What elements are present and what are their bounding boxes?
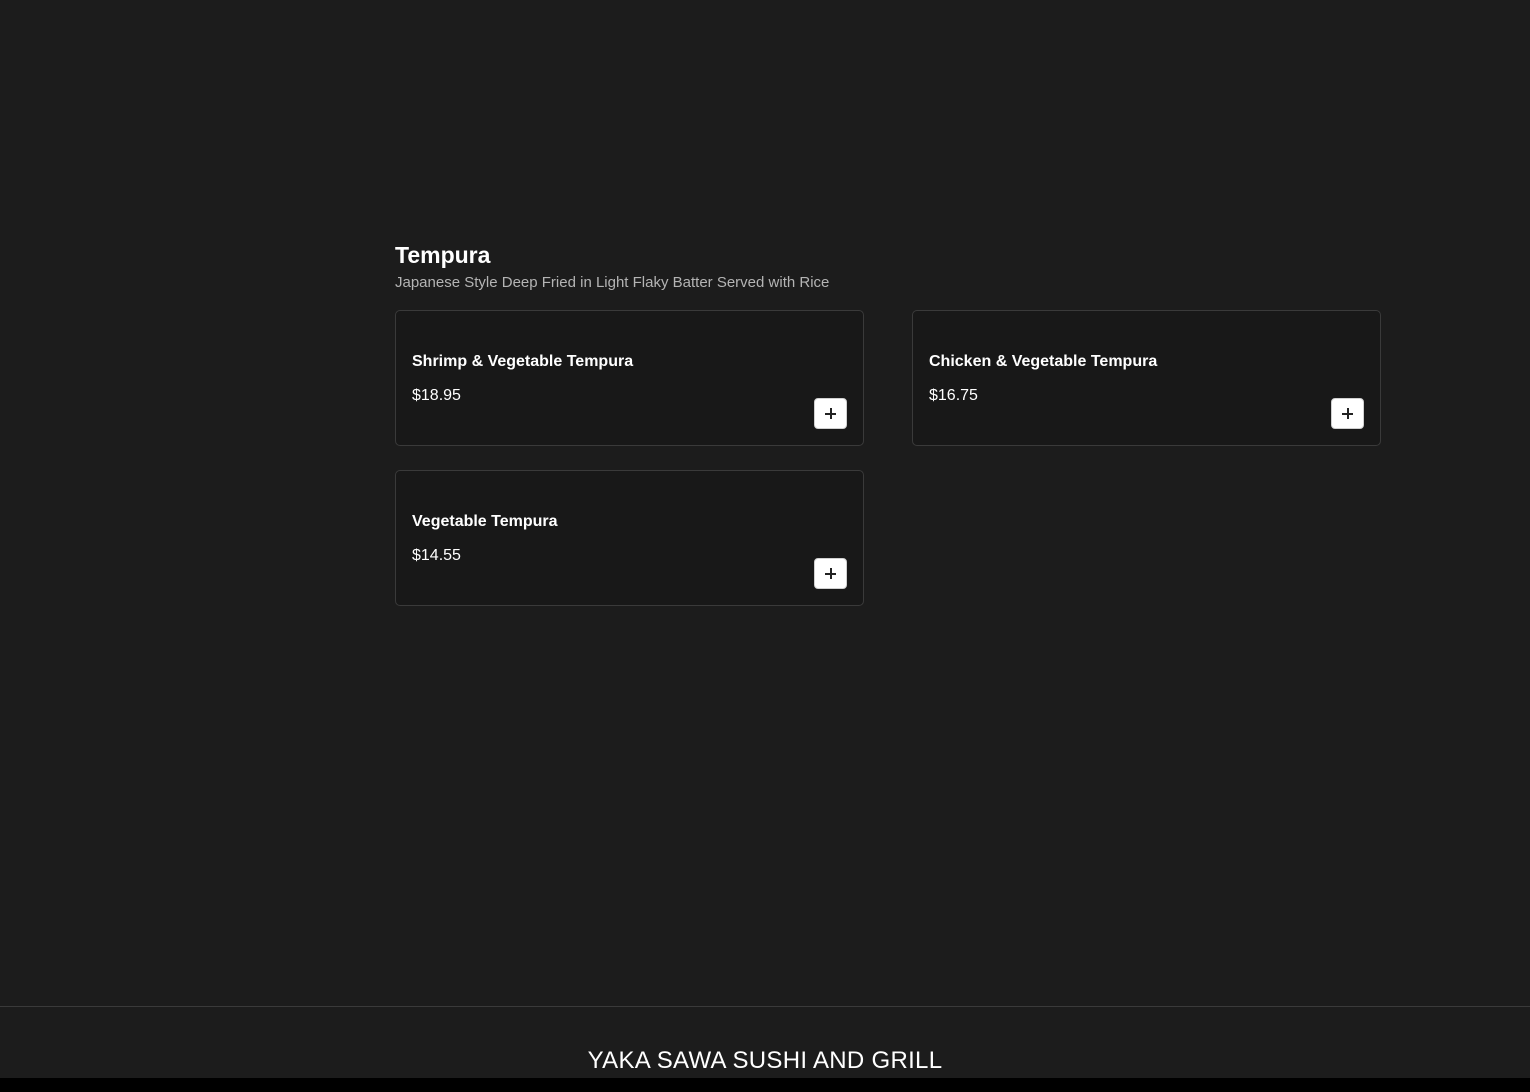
footer-bottom-bar [0, 1078, 1530, 1092]
menu-item-name: Shrimp & Vegetable Tempura [412, 353, 634, 370]
add-to-cart-button[interactable] [1331, 398, 1364, 429]
menu-item-name: Vegetable Tempura [412, 513, 558, 530]
menu-item-price: $14.55 [412, 547, 461, 564]
menu-item-card[interactable]: Shrimp & Vegetable Tempura $18.95 [395, 310, 864, 446]
menu-item-price: $18.95 [412, 387, 461, 404]
section-title: Tempura [395, 242, 491, 268]
plus-icon [1342, 408, 1353, 419]
add-to-cart-button[interactable] [814, 558, 847, 589]
menu-items-grid: Shrimp & Vegetable Tempura $18.95 Chicke… [395, 310, 1381, 606]
menu-item-name: Chicken & Vegetable Tempura [929, 353, 1158, 370]
footer-restaurant-name: YAKA SAWA SUSHI AND GRILL [587, 1047, 943, 1074]
add-to-cart-button[interactable] [814, 398, 847, 429]
menu-item-card[interactable]: Chicken & Vegetable Tempura $16.75 [912, 310, 1381, 446]
menu-item-card[interactable]: Vegetable Tempura $14.55 [395, 470, 864, 606]
section-description: Japanese Style Deep Fried in Light Flaky… [395, 274, 830, 291]
plus-icon [825, 408, 836, 419]
plus-icon [825, 568, 836, 579]
menu-item-price: $16.75 [929, 387, 978, 404]
footer: YAKA SAWA SUSHI AND GRILL [0, 1006, 1530, 1092]
menu-page: Tempura Japanese Style Deep Fried in Lig… [0, 0, 1530, 1092]
menu-section: Tempura Japanese Style Deep Fried in Lig… [395, 240, 1381, 606]
